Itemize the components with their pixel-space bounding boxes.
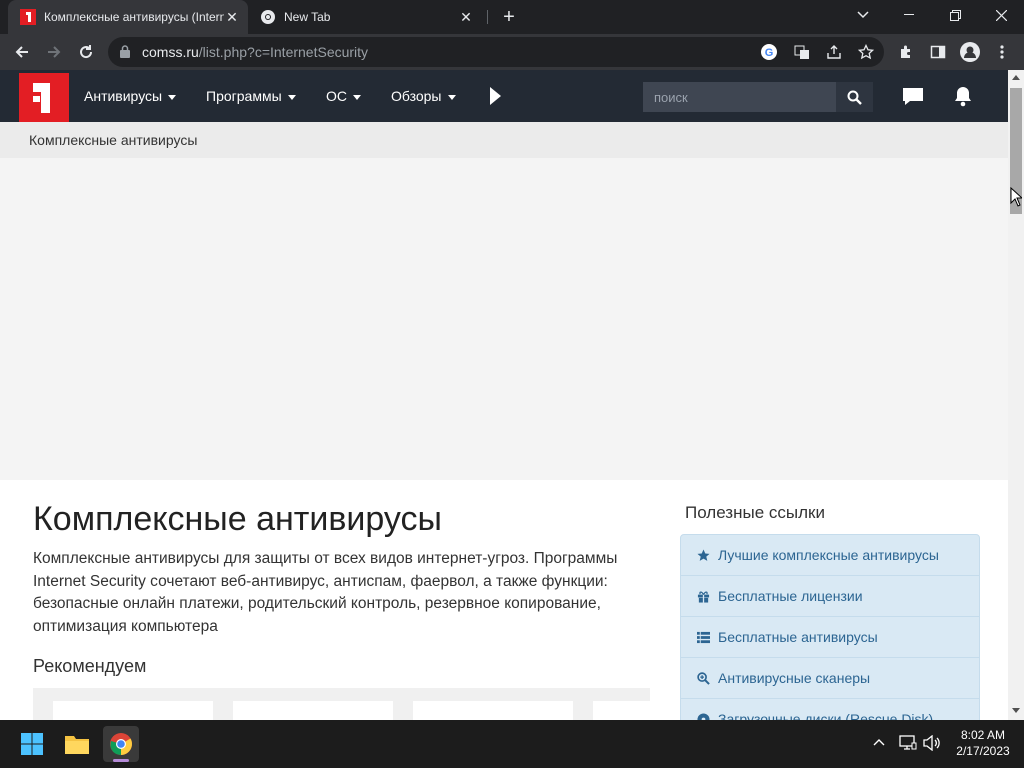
volume-icon[interactable] <box>923 735 941 751</box>
share-icon[interactable] <box>826 44 842 60</box>
tab-title: New Tab <box>284 10 331 24</box>
recommend-card[interactable] <box>53 701 213 720</box>
ad-placeholder <box>0 158 1008 480</box>
minimize-button[interactable] <box>886 0 932 30</box>
list-icon <box>696 631 710 644</box>
sidebar-link-best[interactable]: Лучшие комплексные антивирусы <box>681 535 979 576</box>
translate-icon[interactable] <box>794 44 810 60</box>
forward-button[interactable] <box>40 38 68 66</box>
browser-toolbar: comss.ru/list.php?c=InternetSecurity G <box>0 34 1024 70</box>
sidebar-link-label: Бесплатные лицензии <box>718 588 863 604</box>
restore-button[interactable] <box>932 0 978 30</box>
recommend-card[interactable] <box>233 701 393 720</box>
side-panel-icon[interactable] <box>924 38 952 66</box>
recommend-cards <box>33 688 650 720</box>
nav-more-arrow-icon[interactable] <box>490 87 501 105</box>
back-button[interactable] <box>8 38 36 66</box>
new-tab-button[interactable]: + <box>498 6 520 28</box>
url-text: comss.ru/list.php?c=InternetSecurity <box>142 44 368 60</box>
google-icon[interactable]: G <box>761 44 777 60</box>
tab-new-tab[interactable]: New Tab ✕ <box>252 0 482 34</box>
chrome-icon <box>110 733 132 755</box>
site-header: Антивирусы Программы ОС Обзоры <box>0 70 1008 122</box>
bell-icon[interactable] <box>953 86 973 107</box>
star-icon <box>696 548 710 562</box>
lock-icon <box>120 45 130 58</box>
windows-logo-icon <box>21 733 43 755</box>
nav-reviews[interactable]: Обзоры <box>391 88 456 104</box>
system-clock[interactable]: 8:02 AM 2/17/2023 <box>948 727 1018 759</box>
recommend-heading: Рекомендуем <box>33 656 147 676</box>
active-app-indicator <box>113 759 129 762</box>
tab-separator <box>487 10 488 24</box>
caret-down-icon <box>353 94 361 100</box>
nav-label: Программы <box>206 88 282 104</box>
tab-close-icon[interactable]: ✕ <box>458 9 474 25</box>
page-description: Комплексные антивирусы для защиты от все… <box>33 550 618 635</box>
nav-label: ОС <box>326 88 347 104</box>
nav-label: Обзоры <box>391 88 442 104</box>
svg-text:G: G <box>765 47 774 59</box>
browser-tab-bar: Комплексные антивирусы (Internet Securit… <box>0 0 1024 34</box>
taskbar: 8:02 AM 2/17/2023 <box>0 720 1024 768</box>
extensions-icon[interactable] <box>892 38 920 66</box>
clock-date: 2/17/2023 <box>956 744 1010 758</box>
nav-programs[interactable]: Программы <box>206 88 296 104</box>
chrome-taskbar-button[interactable] <box>103 726 139 762</box>
profile-avatar-icon[interactable] <box>956 38 984 66</box>
mouse-cursor-icon <box>1010 187 1022 207</box>
sidebar-link-label: Лучшие комплексные антивирусы <box>718 547 939 563</box>
file-explorer-button[interactable] <box>59 726 95 762</box>
nav-os[interactable]: ОС <box>326 88 361 104</box>
sidebar-link-label: Бесплатные антивирусы <box>718 629 878 645</box>
sidebar-link-label: Антивирусные сканеры <box>718 670 871 686</box>
clock-time: 8:02 AM <box>960 728 1006 742</box>
chrome-icon <box>261 10 275 24</box>
network-icon[interactable] <box>899 735 917 751</box>
nav-antivirus[interactable]: Антивирусы <box>84 88 177 104</box>
scroll-up-arrow-icon[interactable] <box>1012 75 1020 80</box>
sidebar-title: Полезные ссылки <box>685 503 825 522</box>
comments-icon[interactable] <box>902 87 924 106</box>
caret-down-icon <box>447 94 456 100</box>
url-path: /list.php?c=InternetSecurity <box>198 44 369 60</box>
tab-close-icon[interactable]: ✕ <box>224 9 240 25</box>
sidebar-link-licenses[interactable]: Бесплатные лицензии <box>681 576 979 617</box>
tab-search-icon[interactable] <box>840 0 886 30</box>
breadcrumb-current: Комплексные антивирусы <box>29 132 198 148</box>
url-host: comss.ru <box>142 44 199 60</box>
breadcrumb: Комплексные антивирусы <box>0 122 1008 158</box>
sidebar-link-scanners[interactable]: Антивирусные сканеры <box>681 658 979 699</box>
site-search-input[interactable] <box>643 82 836 112</box>
search-icon <box>847 90 862 105</box>
close-window-button[interactable] <box>978 0 1024 30</box>
folder-icon <box>65 736 89 754</box>
start-button[interactable] <box>14 726 50 762</box>
address-bar[interactable]: comss.ru/list.php?c=InternetSecurity G <box>108 37 884 67</box>
sidebar-link-free[interactable]: Бесплатные антивирусы <box>681 617 979 658</box>
scroll-down-arrow-icon[interactable] <box>1012 708 1020 713</box>
nav-label: Антивирусы <box>84 88 163 104</box>
caret-down-icon <box>168 94 177 100</box>
reload-button[interactable] <box>72 38 100 66</box>
caret-down-icon <box>287 94 296 100</box>
site-logo[interactable] <box>19 73 69 122</box>
page-title: Комплексные антивирусы <box>33 500 442 538</box>
site-search-button[interactable] <box>836 82 873 112</box>
main-content: Комплексные антивирусы Комплексные антив… <box>0 480 1008 734</box>
tray-overflow-chevron-icon[interactable] <box>873 738 885 746</box>
useful-links-box: Лучшие комплексные антивирусы Бесплатные… <box>680 534 980 734</box>
recommend-card[interactable] <box>413 701 573 720</box>
tab-title: Комплексные антивирусы (Internet Securit… <box>44 10 224 24</box>
zoom-icon <box>696 671 710 685</box>
recommend-card[interactable] <box>593 701 650 720</box>
bookmark-star-icon[interactable] <box>858 44 874 60</box>
comss-favicon-icon <box>20 9 36 25</box>
gift-icon <box>696 590 710 603</box>
tab-active[interactable]: Комплексные антивирусы (Internet Securit… <box>8 0 248 34</box>
menu-kebab-icon[interactable] <box>988 38 1016 66</box>
